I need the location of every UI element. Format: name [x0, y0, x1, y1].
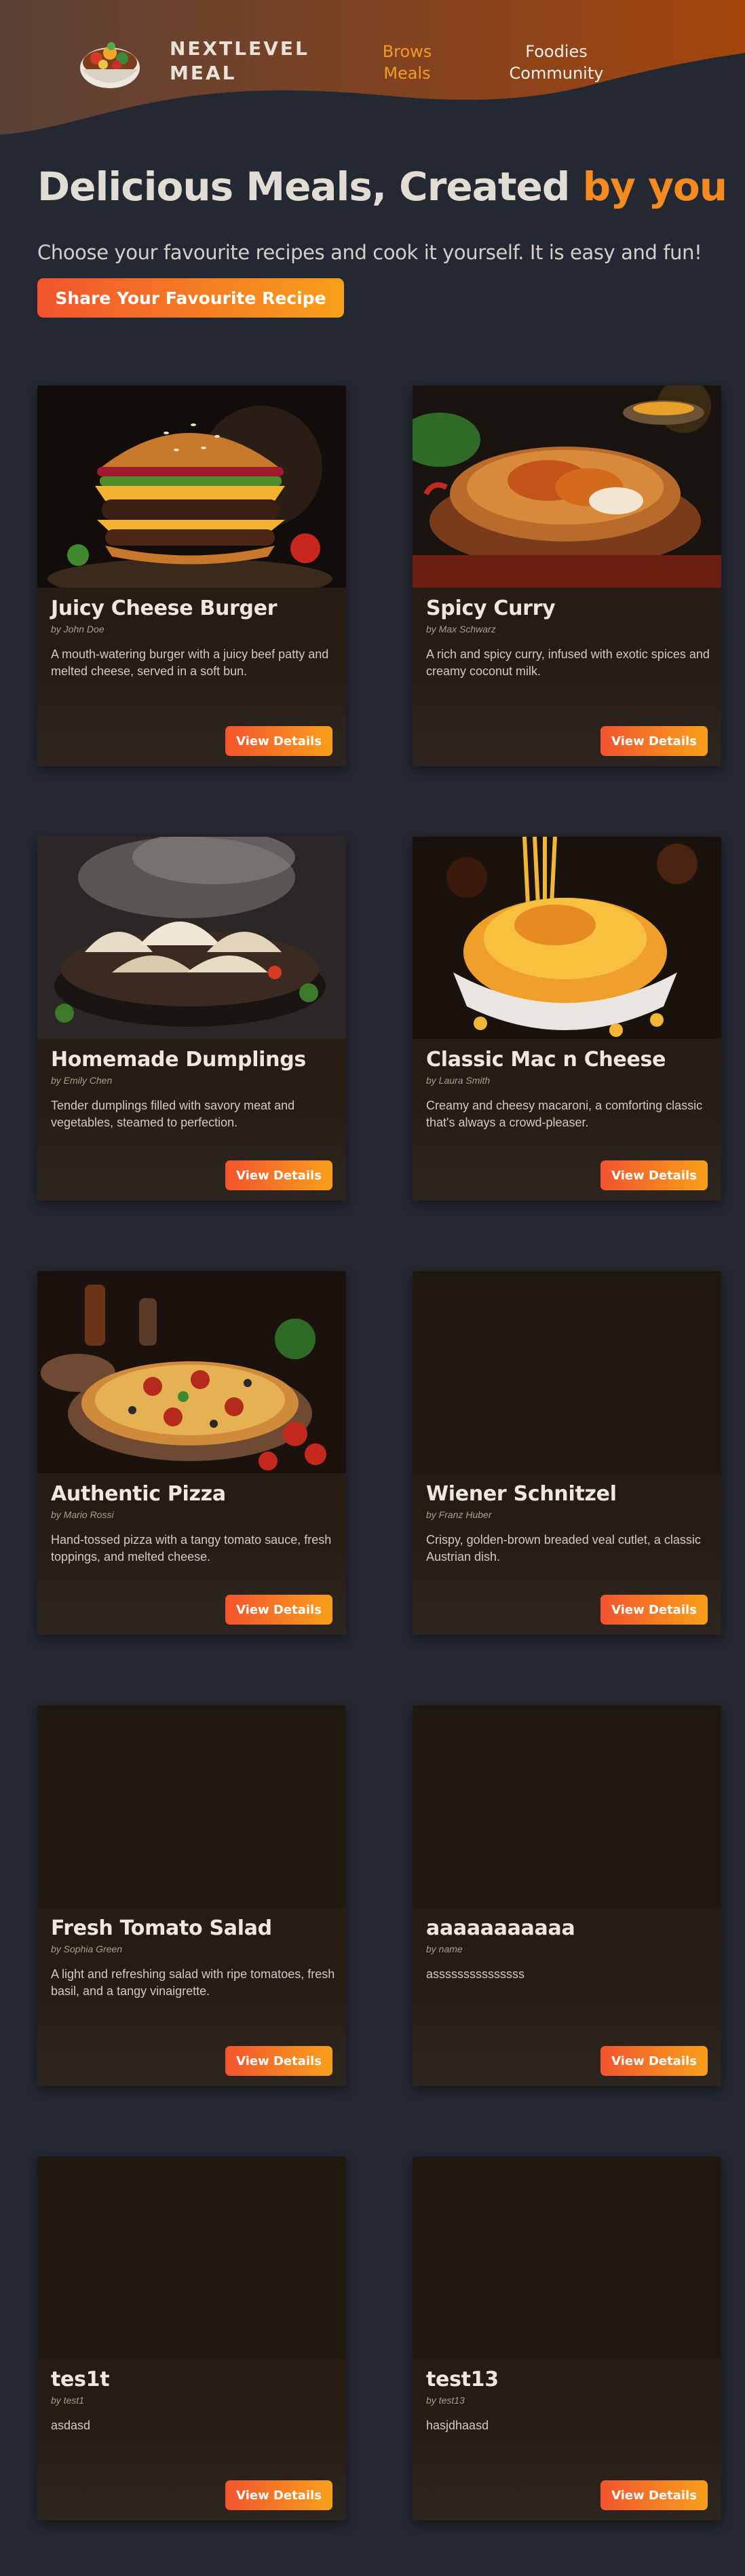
share-recipe-button[interactable]: Share Your Favourite Recipe — [37, 278, 344, 318]
nav-browse-meals-line-1: Brows — [382, 42, 432, 61]
meal-description: A rich and spicy curry, infused with exo… — [426, 647, 710, 678]
meal-card: aaaaaaaaaaa by name asssssssssssssss View D… — [413, 1705, 721, 2086]
nav-browse-meals[interactable]: Brows Meals — [366, 41, 448, 84]
meal-card: Authentic Pizza by Mario Rossi Hand-tossed… — [37, 1271, 346, 1635]
meal-image — [413, 1271, 721, 1473]
view-details-button[interactable]: View Details — [600, 2046, 708, 2076]
meal-description: A light and refreshing salad with ripe t… — [51, 1967, 335, 1998]
meal-image — [37, 2157, 346, 2359]
meal-card: Juicy Cheese Burger by John Doe A mouth-wa… — [37, 385, 346, 766]
hero-subtitle: Choose your favourite recipes and cook i… — [37, 241, 702, 264]
meal-title: Homemade Dumplings — [51, 1048, 306, 1072]
meal-author: by test1 — [51, 2395, 85, 2406]
view-details-button[interactable]: View Details — [225, 1595, 332, 1625]
meal-image — [413, 2157, 721, 2359]
meal-author: by Mario Rossi — [51, 1509, 114, 1520]
meal-title: Classic Mac n Cheese — [426, 1048, 666, 1072]
meal-card: Fresh Tomato Salad by Sophia Green A light… — [37, 1705, 346, 2086]
meal-author: by John Doe — [51, 624, 104, 634]
meal-author: by name — [426, 1944, 463, 1954]
meal-description: Tender dumplings filled with savory meat… — [51, 1099, 295, 1129]
meal-title: tes1t — [51, 2368, 110, 2391]
view-details-button[interactable]: View Details — [600, 1595, 708, 1625]
view-details-button[interactable]: View Details — [600, 2480, 708, 2510]
meal-author: by Laura Smith — [426, 1075, 491, 1086]
meal-description: asdasd — [51, 2419, 91, 2432]
meal-title: Fresh Tomato Salad — [51, 1916, 272, 1940]
meal-description: Creamy and cheesy macaroni, a comforting… — [426, 1099, 703, 1129]
meal-description: asssssssssssssss — [426, 1967, 525, 1981]
meal-title: Spicy Curry — [426, 596, 556, 620]
view-details-button[interactable]: View Details — [600, 726, 708, 756]
view-details-button[interactable]: View Details — [600, 1160, 708, 1190]
view-details-button[interactable]: View Details — [225, 726, 332, 756]
view-details-button[interactable]: View Details — [225, 2046, 332, 2076]
meal-title: aaaaaaaaaaa — [426, 1916, 575, 1940]
meal-image — [37, 1271, 346, 1473]
meal-card: Homemade Dumplings by Emily Chen Tender du… — [37, 837, 346, 1200]
view-details-button[interactable]: View Details — [225, 1160, 332, 1190]
hero-title-main: Delicious Meals, Created — [37, 164, 583, 210]
meal-author: by Max Schwarz — [426, 624, 496, 634]
meal-title: Authentic Pizza — [51, 1482, 226, 1506]
brand-line-1: NEXTLEVEL — [170, 37, 309, 60]
brand-line-2: MEAL — [170, 62, 237, 84]
meal-image — [413, 385, 721, 588]
meal-card: tes1t by test1 asdasd View Details — [37, 2157, 346, 2520]
meal-description: A mouth-watering burger with a juicy bee… — [51, 647, 329, 678]
meal-description: Crispy, golden-brown breaded veal cutlet… — [426, 1533, 701, 1564]
nav-foodies-community-line-2: Community — [509, 64, 604, 83]
hero-title: Delicious Meals, Created by you — [37, 159, 727, 214]
nav-foodies-community-line-1: Foodies — [525, 42, 588, 61]
nav-browse-meals-line-2: Meals — [383, 64, 431, 83]
meal-description: hasjdhaasd — [426, 2419, 489, 2432]
hero-title-accent: by you — [582, 164, 727, 210]
meal-title: test13 — [426, 2368, 499, 2391]
brand-name[interactable]: NEXTLEVEL MEAL — [170, 37, 332, 86]
meal-card: test13 by test13 hasjdhaasd View Details — [413, 2157, 721, 2520]
meal-author: by Franz Huber — [426, 1509, 492, 1520]
meal-image — [413, 1705, 721, 1908]
meal-author: by Emily Chen — [51, 1075, 113, 1086]
meal-title: Juicy Cheese Burger — [51, 596, 278, 620]
meal-author: by Sophia Green — [51, 1944, 123, 1954]
meal-image — [37, 385, 346, 599]
meal-card: Spicy Curry by Max Schwarz A rich and spic… — [413, 385, 721, 766]
meal-title: Wiener Schnitzel — [426, 1482, 617, 1506]
meal-card: Wiener Schnitzel by Franz Huber Crispy, go… — [413, 1271, 721, 1635]
meal-description: Hand-tossed pizza with a tangy tomato sa… — [51, 1533, 332, 1564]
meal-card: Classic Mac n Cheese by Laura Smith Creamy… — [413, 837, 721, 1200]
meal-image — [413, 837, 721, 1039]
nav-foodies-community[interactable]: Foodies Community — [502, 41, 611, 84]
meal-image — [37, 837, 346, 1039]
view-details-button[interactable]: View Details — [225, 2480, 332, 2510]
meal-image — [37, 1705, 346, 1908]
meal-author: by test13 — [426, 2395, 465, 2406]
food-bowl-logo-icon[interactable] — [76, 27, 144, 95]
